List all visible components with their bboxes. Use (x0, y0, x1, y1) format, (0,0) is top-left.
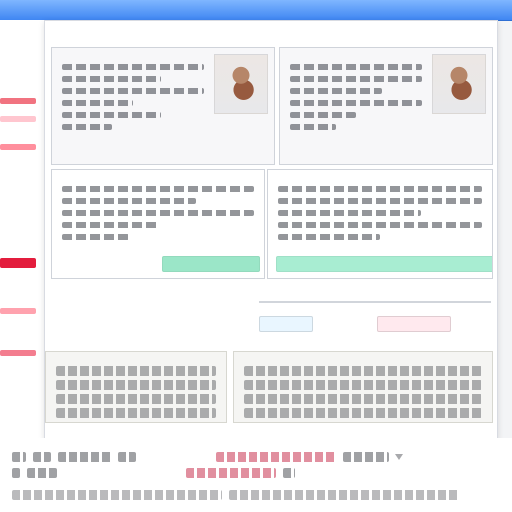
info-card[interactable] (45, 351, 227, 423)
panel-text (62, 180, 254, 246)
text-line (278, 222, 482, 228)
footer-chip (283, 468, 296, 479)
card-text (244, 362, 482, 422)
text-line (278, 186, 482, 192)
text-line (244, 366, 482, 376)
text-line (62, 210, 254, 216)
content-panel[interactable] (267, 169, 493, 279)
text-line (62, 222, 158, 228)
main-canvas (44, 20, 498, 440)
footer-chip (228, 490, 459, 501)
info-card[interactable] (233, 351, 493, 423)
sidebar-indicator[interactable] (0, 144, 36, 150)
panel-cta-button[interactable] (162, 256, 260, 272)
text-line (290, 112, 356, 118)
footer (0, 438, 512, 512)
panel-cta-button[interactable] (276, 256, 492, 272)
footer-chip (342, 452, 389, 463)
footer-chip (215, 452, 336, 463)
action-button[interactable] (259, 316, 313, 332)
text-line (62, 112, 162, 118)
photo (432, 54, 486, 114)
action-button[interactable] (377, 316, 451, 332)
text-line (278, 234, 380, 240)
footer-row (12, 490, 500, 502)
sidebar-indicator[interactable] (0, 98, 36, 104)
content-panel[interactable] (51, 47, 275, 165)
sidebar-indicator[interactable] (0, 308, 36, 314)
panel-text (62, 58, 204, 136)
text-line (56, 394, 216, 404)
text-line (290, 100, 422, 106)
chevron-down-icon[interactable] (395, 454, 404, 461)
text-line (244, 408, 482, 418)
footer-chip (12, 452, 26, 463)
text-line (56, 408, 216, 418)
text-line (56, 380, 216, 390)
text-line (244, 394, 482, 404)
footer-chip (26, 468, 57, 479)
footer-row (12, 452, 500, 466)
text-line (290, 64, 422, 70)
text-line (62, 76, 162, 82)
text-line (62, 198, 197, 204)
panel-text (290, 58, 422, 136)
text-line (290, 76, 422, 82)
content-panel[interactable] (279, 47, 493, 165)
text-line (290, 124, 337, 130)
card-text (56, 362, 216, 422)
text-line (62, 88, 204, 94)
text-line (56, 366, 216, 376)
text-line (244, 380, 482, 390)
divider (259, 301, 491, 303)
footer-chip (12, 468, 20, 479)
panel-text (278, 180, 482, 246)
text-line (278, 198, 482, 204)
footer-chip (118, 452, 137, 463)
text-line (62, 64, 204, 70)
text-line (62, 186, 254, 192)
sidebar-indicator[interactable] (0, 258, 36, 268)
footer-chip (12, 490, 222, 501)
footer-row (12, 468, 500, 482)
text-line (278, 210, 421, 216)
photo (214, 54, 268, 114)
sidebar-indicator[interactable] (0, 350, 36, 356)
top-bar (0, 0, 512, 21)
content-panel[interactable] (51, 169, 265, 279)
footer-chip (57, 452, 112, 463)
text-line (62, 100, 133, 106)
text-line (62, 124, 112, 130)
footer-chip (186, 468, 277, 479)
sidebar-indicator[interactable] (0, 116, 36, 122)
text-line (290, 88, 383, 94)
text-line (62, 234, 130, 240)
footer-chip (32, 452, 51, 463)
